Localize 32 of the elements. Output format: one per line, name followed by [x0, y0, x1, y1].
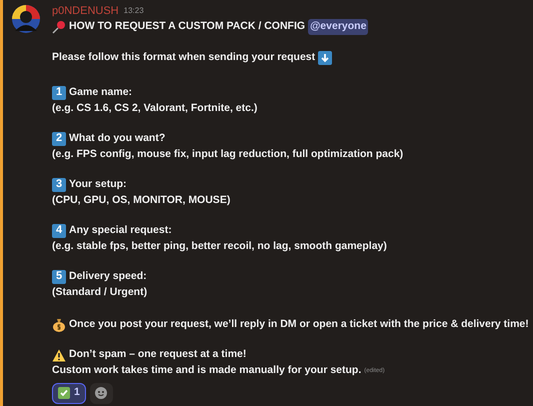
step-detail: (e.g. FPS config, mouse fix, input lag reduction, full optimization pack)	[52, 147, 404, 162]
step-title: Delivery speed:	[69, 268, 147, 284]
step-title: Game name:	[69, 84, 132, 100]
timestamp: 13:23	[124, 5, 144, 17]
step-detail: (e.g. stable fps, better ping, better recoil, no lag, smooth gameplay)	[52, 239, 387, 254]
add-reaction-button[interactable]	[90, 382, 113, 404]
smiley-icon	[95, 387, 108, 399]
intro-text: Please follow this format when sending your request	[52, 50, 316, 66]
notice-text: Once you post your request, we’ll reply in DM or open a ticket with the price & delivery time!	[69, 317, 529, 332]
number-badge: 3	[52, 178, 66, 192]
step-detail: (e.g. CS 1.6, CS 2, Valorant, Fortnite, etc.)	[52, 101, 258, 116]
step-title: What do you want?	[69, 130, 166, 146]
number-badge: 4	[52, 224, 66, 238]
warning-text: Don’t spam – one request at a time!	[69, 347, 246, 362]
money-bag-icon	[52, 318, 66, 332]
step-detail: (CPU, GPU, OS, MONITOR, MOUSE)	[52, 193, 230, 208]
mention[interactable]: @everyone	[308, 19, 368, 35]
number-badge: 2	[52, 132, 66, 146]
username[interactable]: p0NDENUSH	[52, 2, 119, 20]
number-badge: 1	[52, 86, 66, 100]
number-badge: 5	[52, 270, 66, 284]
down-arrow-icon	[318, 51, 332, 65]
step-title: Any special request:	[69, 222, 172, 238]
step-detail: (Standard / Urgent)	[52, 285, 148, 300]
note-text: Custom work takes time and is made manually for your setup.	[52, 363, 362, 378]
avatar-icon[interactable]	[12, 5, 40, 33]
announcement-title: HOW TO REQUEST A CUSTOM PACK / CONFIG	[69, 19, 306, 34]
warning-icon	[52, 348, 66, 362]
step-title: Your setup:	[69, 176, 127, 192]
check-mark-icon	[58, 387, 70, 399]
reaction-button[interactable]: 1	[52, 382, 86, 404]
pushpin-icon	[52, 20, 66, 34]
